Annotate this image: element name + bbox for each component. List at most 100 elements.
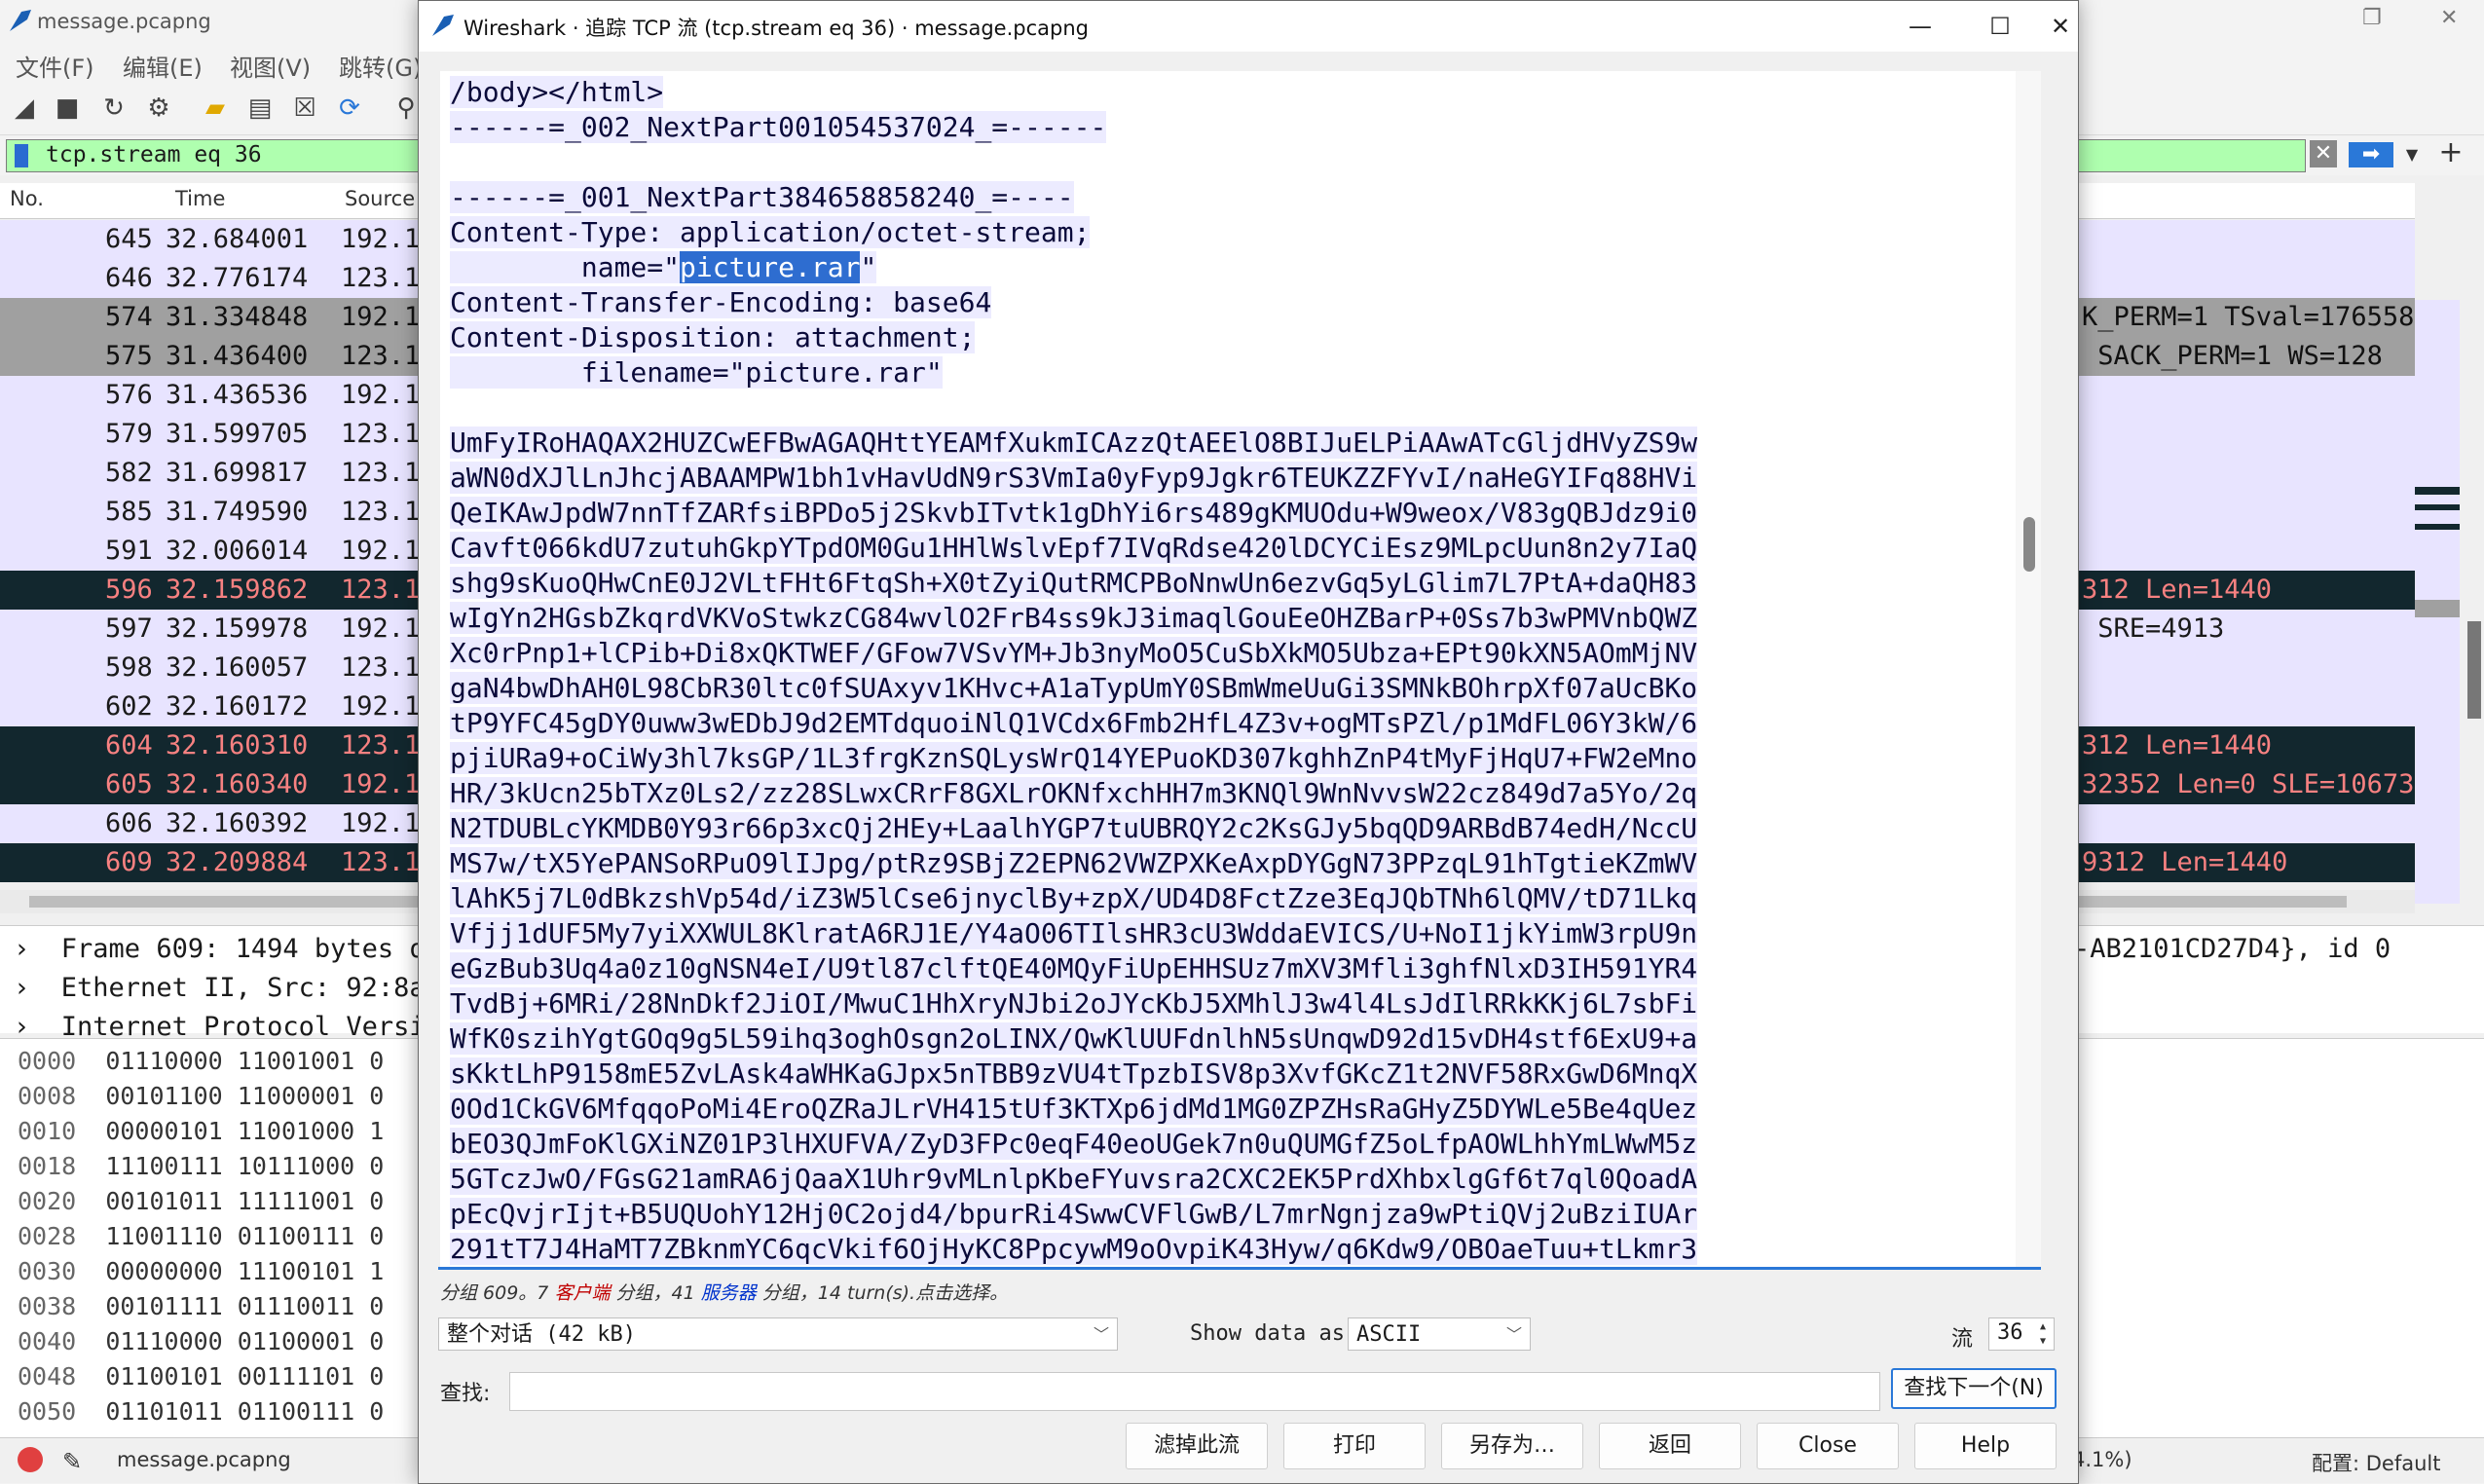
- packet-no: 609: [105, 847, 153, 877]
- bytes-offset: 0020: [18, 1187, 77, 1215]
- stream-line: name="picture.rar": [450, 250, 1697, 285]
- packet-no: 645: [105, 224, 153, 254]
- bytes-value: 11100111 10111000 0: [105, 1152, 385, 1180]
- packet-src: 123.1: [341, 263, 421, 293]
- bytes-row[interactable]: 0028 11001110 01100111 0: [18, 1222, 384, 1250]
- menu-edit[interactable]: 编辑(E): [123, 49, 203, 83]
- bytes-row[interactable]: 0000 01110000 11001001 0: [18, 1047, 384, 1075]
- close-icon[interactable]: ✕: [2041, 1, 2080, 52]
- bytes-row[interactable]: 0020 00101011 11111001 0: [18, 1187, 384, 1215]
- base64-text: tP9YFC45gDY0uww3wEDbJ9d2EMTdquoiNlQ1VCdx…: [450, 707, 1698, 739]
- spin-down-icon[interactable]: ▼: [2034, 1334, 2052, 1349]
- packet-list-scrollbar[interactable]: [2415, 183, 2484, 904]
- bytes-offset: 0018: [18, 1152, 77, 1180]
- column-source[interactable]: Source: [345, 187, 415, 210]
- base64-line: shg9sKuoQHwCnE0J2VLtFHt6FtqSh+X0tZyiQutR…: [450, 566, 1698, 601]
- bytes-row[interactable]: 0008 00101100 11000001 0: [18, 1082, 384, 1110]
- capture-status-icon[interactable]: [18, 1447, 43, 1472]
- spin-up-icon[interactable]: ▲: [2034, 1319, 2052, 1334]
- base64-text: HR/3kUcn25bTXz0Ls2/zz28SLwxCRrF8GXLrOKNf…: [450, 777, 1698, 809]
- add-filter-button-icon[interactable]: +: [2434, 136, 2467, 169]
- base64-text: 0Od1CkGV6MfqqoPoMi4EroQZRaJLrVH415tUf3KT…: [450, 1093, 1698, 1125]
- menu-file[interactable]: 文件(F): [16, 49, 94, 83]
- dialog-title-bar: Wireshark · 追踪 TCP 流 (tcp.stream eq 36) …: [419, 1, 2078, 52]
- column-no[interactable]: No.: [10, 187, 44, 210]
- summary-server[interactable]: 服务器: [701, 1282, 757, 1304]
- bytes-row[interactable]: 0040 01110000 01100001 0: [18, 1327, 384, 1355]
- packet-no: 605: [105, 769, 153, 799]
- packet-time: 31.436400: [166, 341, 309, 371]
- detail-row[interactable]: › Ethernet II, Src: 92:8a: [14, 973, 426, 1003]
- save-as-button[interactable]: 另存为…: [1441, 1423, 1583, 1469]
- base64-line: Cavft066kdU7zutuhGkpYTpdOM0Gu1HHlWslvEpf…: [450, 531, 1698, 566]
- bytes-row[interactable]: 0048 01100101 00111101 0: [18, 1362, 384, 1391]
- stream-number-spinbox[interactable]: 36 ▲ ▼: [1988, 1317, 2055, 1351]
- base64-text: pEcQvjrIjt+B5UQUohY12Hj0C2ojd4/bpurRi4Sw…: [450, 1198, 1698, 1230]
- column-time[interactable]: Time: [175, 187, 225, 210]
- filter-history-dropdown-icon[interactable]: ▼: [2399, 142, 2425, 167]
- detail-row[interactable]: › Frame 609: 1494 bytes o: [14, 934, 426, 964]
- open-file-icon[interactable]: ▰: [199, 92, 232, 125]
- bytes-row[interactable]: 0050 01101011 01100111 0: [18, 1397, 384, 1426]
- status-file-name: message.pcapng: [117, 1448, 291, 1471]
- print-button[interactable]: 打印: [1283, 1423, 1426, 1469]
- bytes-row[interactable]: 0038 00101111 01110011 0: [18, 1292, 384, 1320]
- reload-file-icon[interactable]: ⟳: [333, 92, 366, 125]
- start-capture-icon[interactable]: ◢: [8, 92, 41, 125]
- find-input[interactable]: [509, 1372, 1880, 1411]
- close-button[interactable]: Close: [1757, 1423, 1899, 1469]
- packet-time: 32.684001: [166, 224, 309, 254]
- base64-text: bEO3QJmFoKlGXiNZ01P3lHXUFVA/ZyD3FPc0eqF4…: [450, 1128, 1698, 1160]
- expand-chevron-icon[interactable]: ›: [14, 934, 61, 964]
- base64-text: 291tT7J4HaMT7ZBknmYC6qcVkif6OjHyKC8Ppcyw…: [450, 1233, 1698, 1265]
- bytes-row[interactable]: 0010 00000101 11001000 1: [18, 1117, 384, 1145]
- edit-comment-icon[interactable]: ✎: [62, 1448, 82, 1475]
- stream-scrollbar[interactable]: [2016, 71, 2041, 1267]
- bytes-row[interactable]: 0018 11100111 10111000 0: [18, 1152, 384, 1180]
- show-data-as-select[interactable]: ASCII ﹀: [1348, 1317, 1531, 1351]
- base64-line: tP9YFC45gDY0uww3wEDbJ9d2EMTdquoiNlQ1VCdx…: [450, 706, 1698, 741]
- packet-src: 192.1: [341, 769, 421, 799]
- packet-src: 123.1: [341, 847, 421, 877]
- maximize-icon[interactable]: ☐: [1961, 1, 2039, 52]
- menu-go[interactable]: 跳转(G): [339, 49, 422, 83]
- bookmark-icon[interactable]: [15, 144, 28, 167]
- filter-out-button[interactable]: 滤掉此流: [1126, 1423, 1268, 1469]
- conversation-select[interactable]: 整个对话 (42 kB) ﹀: [438, 1317, 1118, 1351]
- main-close-icon[interactable]: ✕: [2440, 6, 2458, 30]
- base64-line: Xc0rPnp1+lCPib+Di8xQKTWEF/GFow7VSvYM+Jb3…: [450, 636, 1698, 671]
- minimize-icon[interactable]: —: [1881, 1, 1959, 52]
- stream-line: [450, 390, 1697, 426]
- capture-options-icon[interactable]: ⚙: [142, 92, 175, 125]
- back-button[interactable]: 返回: [1599, 1423, 1741, 1469]
- stop-capture-icon[interactable]: ■: [51, 92, 84, 125]
- bytes-offset: 0028: [18, 1222, 77, 1250]
- packet-src: 192.1: [341, 380, 421, 410]
- main-restore-icon[interactable]: ❐: [2362, 6, 2382, 30]
- summary-client[interactable]: 客户端: [554, 1282, 610, 1304]
- menu-view[interactable]: 视图(V): [230, 49, 311, 83]
- bytes-row[interactable]: 0030 00000000 11100101 1: [18, 1257, 384, 1285]
- save-file-icon[interactable]: ▤: [243, 92, 277, 125]
- stream-number-label: 流: [1951, 1327, 1974, 1352]
- bytes-offset: 0048: [18, 1362, 77, 1391]
- clear-filter-icon[interactable]: ✕: [2310, 140, 2337, 167]
- packet-no: 602: [105, 691, 153, 722]
- base64-line: 291tT7J4HaMT7ZBknmYC6qcVkif6OjHyKC8Ppcyw…: [450, 1232, 1698, 1267]
- apply-filter-icon[interactable]: ➡: [2349, 142, 2393, 167]
- status-percent: 4.1%): [2072, 1448, 2132, 1471]
- selected-text[interactable]: picture.rar: [680, 251, 861, 283]
- display-filter-text: tcp.stream eq 36: [46, 142, 262, 167]
- status-profile[interactable]: 配置: Default: [2312, 1448, 2440, 1477]
- expand-chevron-icon[interactable]: ›: [14, 973, 61, 1003]
- packet-no: 575: [105, 341, 153, 371]
- help-button[interactable]: Help: [1914, 1423, 2057, 1469]
- find-next-button[interactable]: 查找下一个(N): [1891, 1368, 2057, 1409]
- base64-text: Vfjj1dUF5My7yiXXWUL8KlratA6RJ1E/Y4aO06TI…: [450, 917, 1698, 949]
- restart-capture-icon[interactable]: ↻: [97, 92, 130, 125]
- detail-text-right: -AB2101CD27D4}, id 0: [2074, 934, 2391, 964]
- close-file-icon[interactable]: ☒: [288, 92, 321, 125]
- stream-line: filename="picture.rar": [450, 355, 1697, 390]
- stream-line: Content-Type: application/octet-stream;: [450, 215, 1697, 250]
- stream-content[interactable]: /body></html> ------=_002_NextPart0010545…: [440, 71, 2041, 1267]
